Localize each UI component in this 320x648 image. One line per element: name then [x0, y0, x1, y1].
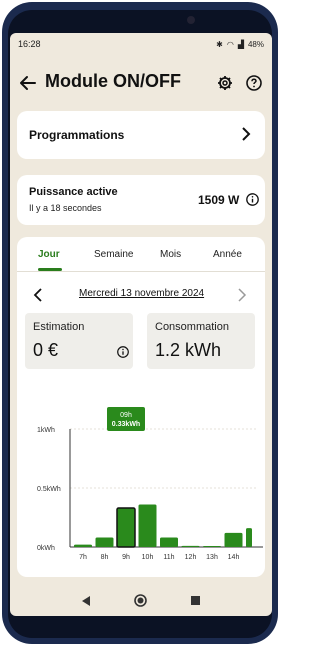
- active-power-updated: Il y a 18 secondes: [29, 203, 102, 213]
- consumption-value: 1.2 kWh: [155, 340, 222, 360]
- programmations-label: Programmations: [29, 128, 125, 142]
- nav-back-icon[interactable]: [81, 596, 91, 606]
- consumption-title: Consommation: [155, 321, 229, 333]
- system-nav-bar: [10, 583, 272, 617]
- hourly-consumption-chart: 1kWh 0.5kWh 0kWh 7h 8h 9h 09h 0.33kWh 10h 11h 12h 1…: [37, 407, 263, 561]
- x-tick-label: 12h: [185, 554, 197, 561]
- programmations-card[interactable]: Programmations: [17, 111, 265, 159]
- bar-13h: [203, 546, 221, 547]
- bar-12h: [181, 545, 200, 547]
- page-title: Module ON/OFF: [45, 71, 181, 91]
- tooltip-hour: 09h: [120, 412, 132, 419]
- active-power-label: Puissance active: [29, 186, 118, 198]
- x-tick-label: 14h: [228, 554, 240, 561]
- bar-14h: [224, 532, 243, 547]
- bar-8h: [95, 537, 114, 547]
- x-tick-label: 7h: [79, 554, 87, 561]
- help-icon[interactable]: [246, 75, 262, 91]
- signal-icon: ▟: [237, 39, 244, 49]
- status-icons: ✱ ◠ ▟ 48%: [216, 40, 264, 49]
- x-tick-label: 11h: [163, 554, 174, 561]
- period-tabs: Jour Semaine Mois Année: [17, 245, 265, 272]
- gear-icon[interactable]: [217, 75, 233, 91]
- consumption-box: Consommation 1.2 kWh: [147, 313, 255, 369]
- consumption-card: Jour Semaine Mois Année Mercredi 13 nove…: [17, 237, 265, 577]
- y-tick-label: 0.5kWh: [37, 486, 61, 493]
- bar-9h: [116, 507, 136, 548]
- selected-date[interactable]: Mercredi 13 novembre 2024: [79, 288, 204, 299]
- active-power-value: 1509 W: [198, 193, 240, 207]
- bar-10h: [138, 504, 157, 547]
- front-camera: [187, 16, 195, 24]
- wifi-icon: ◠: [226, 39, 234, 49]
- chevron-left-icon[interactable]: [33, 288, 43, 302]
- bar-7h: [74, 544, 92, 547]
- chevron-right-disabled-icon[interactable]: [237, 288, 247, 302]
- y-tick-label: 1kWh: [37, 427, 55, 434]
- info-icon[interactable]: [117, 346, 129, 358]
- bar-11h: [160, 537, 178, 547]
- estimation-title: Estimation: [33, 321, 85, 333]
- app-bar: Module ON/OFF: [10, 55, 272, 110]
- tab-semaine[interactable]: Semaine: [94, 249, 133, 260]
- x-tick-label: 8h: [101, 554, 109, 561]
- nav-recent-icon[interactable]: [191, 596, 200, 605]
- x-tick-label: 13h: [206, 554, 218, 561]
- tooltip-value: 0.33kWh: [112, 421, 140, 428]
- back-arrow-icon[interactable]: [18, 73, 38, 93]
- nav-home-icon[interactable]: [134, 594, 147, 607]
- battery-percentage: 48%: [247, 39, 264, 49]
- date-navigator: Mercredi 13 novembre 2024: [17, 285, 265, 305]
- bluetooth-icon: ✱: [216, 39, 223, 49]
- info-icon[interactable]: [246, 193, 259, 206]
- status-time: 16:28: [18, 39, 41, 49]
- bar-15h: [246, 528, 252, 547]
- tab-jour[interactable]: Jour: [38, 249, 60, 260]
- active-power-card: Puissance active Il y a 18 secondes 1509…: [17, 175, 265, 225]
- tab-annee[interactable]: Année: [213, 249, 242, 260]
- status-bar: 16:28 ✱ ◠ ▟ 48%: [10, 33, 272, 55]
- estimation-box: Estimation 0 €: [25, 313, 133, 369]
- active-tab-indicator: [38, 268, 62, 271]
- app-screen: 16:28 ✱ ◠ ▟ 48% Module ON/OFF Programmat…: [10, 33, 272, 616]
- x-tick-label: 10h: [142, 554, 154, 561]
- estimation-value: 0 €: [33, 340, 59, 360]
- x-tick-label: 9h: [122, 554, 130, 561]
- y-tick-label: 0kWh: [37, 545, 55, 552]
- chevron-right-icon: [242, 127, 251, 141]
- tab-mois[interactable]: Mois: [160, 249, 181, 260]
